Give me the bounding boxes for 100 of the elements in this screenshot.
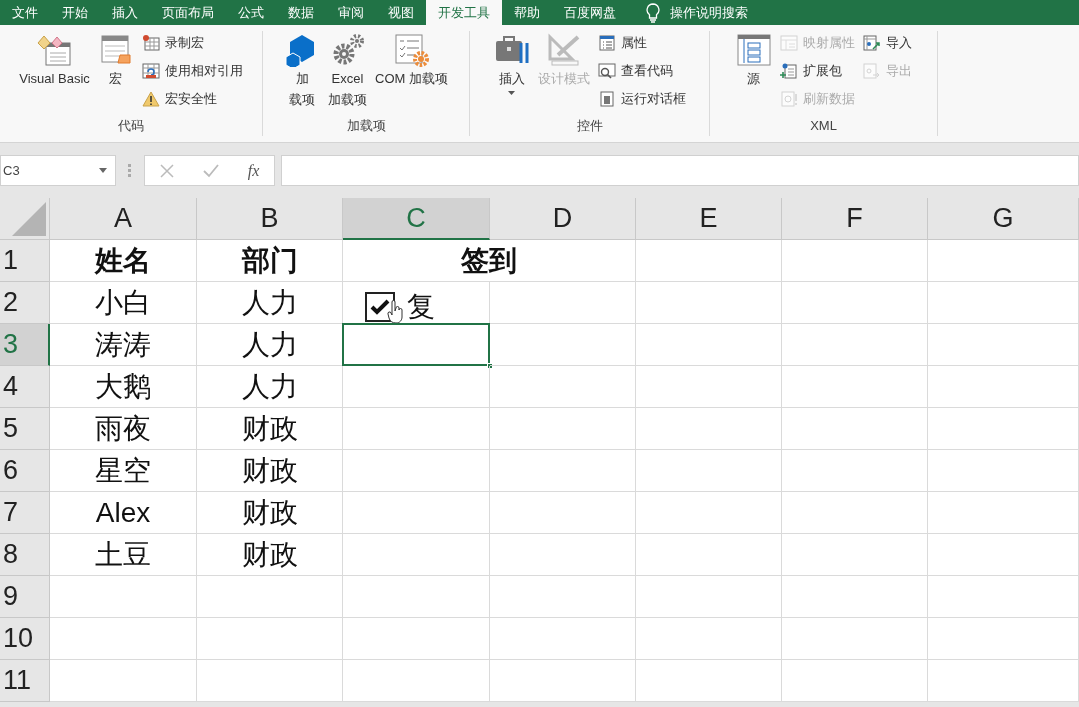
grid-cell[interactable]: [490, 660, 636, 702]
grid-cell[interactable]: [343, 366, 490, 408]
column-header[interactable]: G: [928, 198, 1079, 240]
menu-tab[interactable]: 帮助: [502, 0, 552, 25]
ribbon-button[interactable]: 属性: [597, 31, 686, 54]
ribbon-button[interactable]: COM 加载项: [375, 31, 448, 88]
grid-cell[interactable]: [782, 366, 928, 408]
grid-cell[interactable]: [343, 576, 490, 618]
grid-cell[interactable]: 大鹅: [50, 366, 197, 408]
grid-cell[interactable]: 财政: [197, 534, 343, 576]
grid-cell[interactable]: [343, 534, 490, 576]
menu-tab[interactable]: 开始: [50, 0, 100, 25]
menu-tab[interactable]: 页面布局: [150, 0, 226, 25]
grid-cell[interactable]: 人力: [197, 366, 343, 408]
grid-cell[interactable]: [343, 408, 490, 450]
grid-cell[interactable]: 姓名: [50, 240, 197, 282]
menu-tab[interactable]: 公式: [226, 0, 276, 25]
row-header[interactable]: 8: [0, 534, 50, 576]
grid-cell[interactable]: 部门: [197, 240, 343, 282]
grid-cell[interactable]: 财政: [197, 492, 343, 534]
grid-cell[interactable]: [636, 324, 782, 366]
ribbon-button[interactable]: 导入: [862, 31, 912, 54]
insert-function-button[interactable]: fx: [247, 158, 260, 183]
menu-tab[interactable]: 开发工具: [426, 0, 502, 25]
grid-cell[interactable]: [490, 492, 636, 534]
grid-cell[interactable]: [343, 660, 490, 702]
grid-cell[interactable]: [782, 240, 928, 282]
grid-cell[interactable]: 人力: [197, 324, 343, 366]
column-header[interactable]: A: [50, 198, 197, 240]
grid-cell[interactable]: [50, 660, 197, 702]
grid-cell[interactable]: [636, 240, 782, 282]
grid-cell[interactable]: [928, 492, 1079, 534]
grid-cell[interactable]: 雨夜: [50, 408, 197, 450]
grid-cell[interactable]: [782, 324, 928, 366]
grid-cell[interactable]: 人力: [197, 282, 343, 324]
grid-cell[interactable]: [343, 450, 490, 492]
grid-cell[interactable]: [928, 450, 1079, 492]
grid-cell[interactable]: [782, 492, 928, 534]
row-header[interactable]: 11: [0, 660, 50, 702]
grid-cell[interactable]: [636, 534, 782, 576]
column-header[interactable]: B: [197, 198, 343, 240]
grid-cell[interactable]: [782, 576, 928, 618]
grid-cell[interactable]: [636, 366, 782, 408]
grid-cell[interactable]: 财政: [197, 408, 343, 450]
grid-cell[interactable]: [343, 618, 490, 660]
grid-cell[interactable]: [782, 408, 928, 450]
grid-cell[interactable]: [636, 576, 782, 618]
row-header[interactable]: 7: [0, 492, 50, 534]
grid-cell[interactable]: [490, 366, 636, 408]
selected-cell[interactable]: [343, 324, 490, 366]
grid-cell[interactable]: [928, 240, 1079, 282]
grid-cell[interactable]: 财政: [197, 450, 343, 492]
row-header[interactable]: 2: [0, 282, 50, 324]
column-header[interactable]: C: [343, 198, 490, 240]
grid-cell[interactable]: [197, 618, 343, 660]
grid-cell[interactable]: [490, 324, 636, 366]
grid-cell[interactable]: [636, 450, 782, 492]
grid-cell[interactable]: [50, 576, 197, 618]
grid-cell[interactable]: [782, 660, 928, 702]
ribbon-button[interactable]: 源: [735, 31, 772, 88]
grid-cell[interactable]: [928, 324, 1079, 366]
grid-cell[interactable]: [490, 450, 636, 492]
grid-cell[interactable]: [197, 660, 343, 702]
ribbon-button[interactable]: Excel 加载项: [328, 31, 367, 109]
grid-cell[interactable]: [636, 618, 782, 660]
menu-tab[interactable]: 视图: [376, 0, 426, 25]
grid-cell[interactable]: [490, 282, 636, 324]
formula-input[interactable]: [281, 155, 1079, 186]
row-header[interactable]: 3: [0, 324, 50, 366]
grid-cell[interactable]: [782, 618, 928, 660]
grid-cell[interactable]: [928, 660, 1079, 702]
grid-cell[interactable]: 复: [343, 282, 490, 324]
column-header[interactable]: E: [636, 198, 782, 240]
row-header[interactable]: 9: [0, 576, 50, 618]
grid-cell[interactable]: [636, 408, 782, 450]
ribbon-button[interactable]: 录制宏: [141, 31, 243, 54]
grid-cell[interactable]: [636, 282, 782, 324]
enter-check-icon[interactable]: [202, 163, 219, 178]
grid-cell[interactable]: [928, 576, 1079, 618]
menu-tab[interactable]: 百度网盘: [552, 0, 628, 25]
row-header[interactable]: 6: [0, 450, 50, 492]
ribbon-button[interactable]: 插入: [493, 31, 530, 95]
ribbon-button[interactable]: 查看代码: [597, 59, 686, 82]
ribbon-button[interactable]: 加 载项: [284, 31, 320, 109]
grid-cell[interactable]: [782, 534, 928, 576]
grid-cell[interactable]: [782, 282, 928, 324]
row-header[interactable]: 4: [0, 366, 50, 408]
grid-cell[interactable]: [343, 492, 490, 534]
row-header[interactable]: 10: [0, 618, 50, 660]
grid-cell[interactable]: 涛涛: [50, 324, 197, 366]
ribbon-button[interactable]: Visual Basic: [19, 31, 90, 88]
select-all-icon[interactable]: [12, 202, 46, 236]
grid-cell[interactable]: [928, 534, 1079, 576]
grid-cell[interactable]: [490, 408, 636, 450]
grid-cell[interactable]: 小白: [50, 282, 197, 324]
menu-tab[interactable]: 文件: [0, 0, 50, 25]
tell-me-search[interactable]: 操作说明搜索: [670, 2, 748, 23]
grid-cell[interactable]: [490, 534, 636, 576]
grid-cell[interactable]: [197, 576, 343, 618]
grid-cell[interactable]: [928, 408, 1079, 450]
